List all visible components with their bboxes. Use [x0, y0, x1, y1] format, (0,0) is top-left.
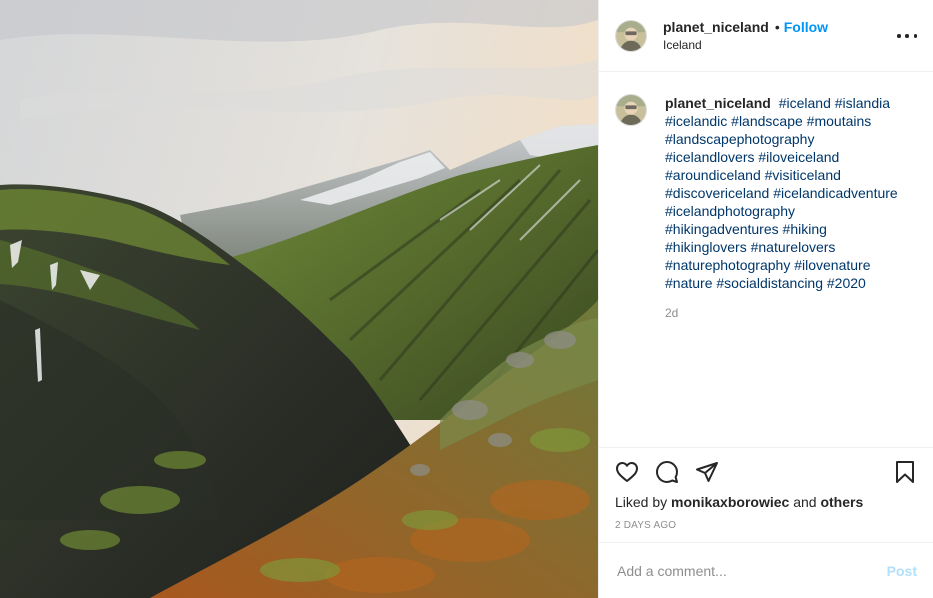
hashtag-link[interactable]: #islandia	[835, 95, 890, 111]
hashtag-link[interactable]: #discovericeland	[665, 185, 769, 201]
liked-by-prefix: Liked by	[615, 494, 668, 510]
hashtag-link[interactable]: #icelandphotography	[665, 203, 795, 219]
hashtag-link[interactable]: #iloveiceland	[758, 149, 839, 165]
post-location[interactable]: Iceland	[663, 36, 828, 54]
more-dot	[905, 34, 909, 38]
caption-row: planet_niceland #iceland #islandia #icel…	[615, 94, 917, 292]
post-photo[interactable]	[0, 0, 598, 598]
action-bar: Liked by monikaxborowiec and others 2 DA…	[599, 447, 933, 542]
hashtag-link[interactable]: #landscapephotography	[665, 131, 814, 147]
header-line: planet_niceland • Follow	[663, 18, 828, 36]
post-sidebar: planet_niceland • Follow Iceland planet_…	[598, 0, 933, 598]
author-avatar[interactable]	[615, 19, 647, 52]
comment-input[interactable]	[615, 561, 869, 580]
header-text: planet_niceland • Follow Iceland	[663, 18, 828, 54]
avatar-image	[616, 20, 646, 51]
hashtag-link[interactable]: #icelandic	[665, 113, 727, 129]
liked-by-line: Liked by monikaxborowiec and others	[615, 494, 917, 510]
hashtag-link[interactable]: #nature	[665, 275, 712, 291]
liked-by-and: and	[793, 494, 817, 510]
hashtag-list: #iceland #islandia #icelandic #landscape…	[665, 95, 898, 291]
caption-author-avatar[interactable]	[615, 94, 647, 126]
hashtag-link[interactable]: #hikingadventures	[665, 221, 779, 237]
hashtag-link[interactable]: #iceland	[779, 95, 831, 111]
hashtag-link[interactable]: #hiking	[783, 221, 827, 237]
more-dot	[897, 34, 901, 38]
follow-button[interactable]: Follow	[784, 19, 828, 35]
heart-icon[interactable]	[615, 460, 639, 484]
avatar-image	[616, 95, 646, 125]
hashtag-link[interactable]: #hikinglovers	[665, 239, 747, 255]
share-icon-svg	[696, 462, 718, 482]
hashtag-link[interactable]: #socialdistancing	[716, 275, 823, 291]
caption-section: planet_niceland #iceland #islandia #icel…	[599, 72, 933, 447]
bookmark-icon[interactable]	[893, 460, 917, 484]
post-comment-button[interactable]: Post	[887, 563, 917, 579]
hashtag-link[interactable]: #icelandlovers	[665, 149, 755, 165]
separator-dot: •	[774, 18, 780, 35]
more-horizontal-icon[interactable]	[897, 26, 917, 46]
author-username[interactable]: planet_niceland	[663, 19, 769, 35]
liked-by-others[interactable]: others	[820, 494, 863, 510]
heart-icon-svg	[616, 462, 638, 482]
hashtag-link[interactable]: #landscape	[731, 113, 803, 129]
hashtag-link[interactable]: #ilovenature	[794, 257, 870, 273]
caption-text: planet_niceland #iceland #islandia #icel…	[665, 94, 901, 292]
caption-author-username[interactable]: planet_niceland	[665, 95, 771, 111]
hashtag-link[interactable]: #naturephotography	[665, 257, 790, 273]
post-header: planet_niceland • Follow Iceland	[599, 0, 933, 72]
action-icons	[615, 454, 917, 490]
more-dot	[913, 34, 917, 38]
hashtag-link[interactable]: #visiticeland	[765, 167, 841, 183]
hashtag-link[interactable]: #2020	[827, 275, 866, 291]
comment-icon[interactable]	[655, 460, 679, 484]
hashtag-link[interactable]: #naturelovers	[751, 239, 836, 255]
hashtag-link[interactable]: #moutains	[807, 113, 872, 129]
mountain-landscape-image	[0, 0, 598, 598]
liked-by-user[interactable]: monikaxborowiec	[671, 494, 789, 510]
time-ago: 2d	[665, 306, 679, 320]
bookmark-icon-svg	[896, 461, 914, 483]
post-date: 2 DAYS AGO	[615, 520, 677, 531]
comment-icon-svg	[656, 461, 678, 483]
hashtag-link[interactable]: #icelandicadventure	[773, 185, 898, 201]
instagram-post: planet_niceland • Follow Iceland planet_…	[0, 0, 933, 598]
hashtag-link[interactable]: #aroundiceland	[665, 167, 761, 183]
share-icon[interactable]	[695, 460, 719, 484]
comment-bar: Post	[599, 542, 933, 598]
